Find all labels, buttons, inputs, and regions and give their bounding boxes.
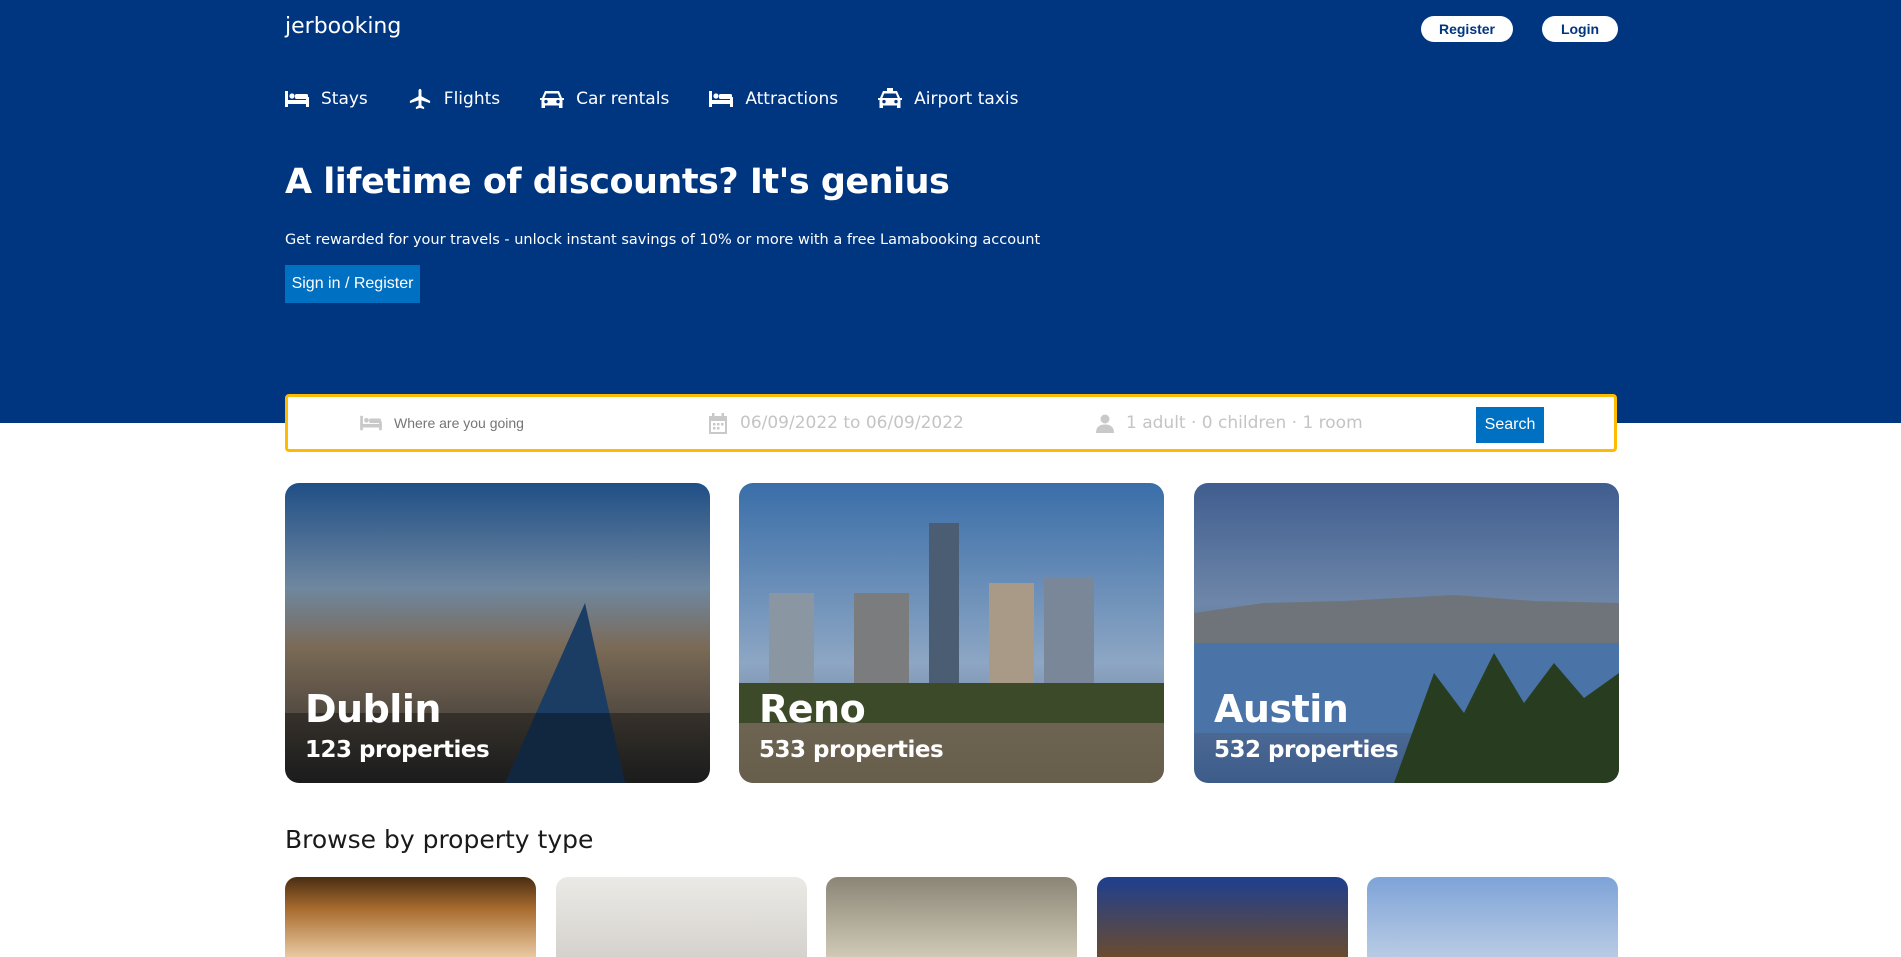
- login-button[interactable]: Login: [1542, 16, 1618, 42]
- nav-item-car-rentals[interactable]: Car rentals: [540, 88, 669, 110]
- destination-input[interactable]: Where are you going: [394, 415, 524, 431]
- nav-item-stays[interactable]: Stays: [285, 88, 368, 110]
- hero-subtitle: Get rewarded for your travels - unlock i…: [285, 232, 1041, 248]
- car-icon: [540, 91, 565, 108]
- bed-icon: [285, 91, 309, 107]
- city-property-count: 533 properties: [759, 737, 944, 763]
- nav-item-flights[interactable]: Flights: [408, 88, 500, 110]
- nav-item-label: Attractions: [745, 89, 839, 109]
- nav-item-airport-taxis[interactable]: Airport taxis: [878, 88, 1018, 110]
- property-type-card[interactable]: [1097, 877, 1348, 957]
- hero-title: A lifetime of discounts? It's genius: [285, 162, 950, 202]
- property-type-card[interactable]: [556, 877, 807, 957]
- city-name: Reno: [759, 687, 866, 731]
- hero-banner: [0, 0, 1901, 423]
- date-range-text: 06/09/2022 to 06/09/2022: [740, 413, 964, 433]
- search-button[interactable]: Search: [1476, 407, 1544, 443]
- nav-item-label: Airport taxis: [914, 89, 1019, 109]
- destination-field[interactable]: Where are you going: [360, 397, 660, 449]
- register-button[interactable]: Register: [1421, 16, 1513, 42]
- site-logo[interactable]: jerbooking: [285, 14, 401, 39]
- person-icon: [1096, 414, 1114, 433]
- bed-icon: [709, 91, 734, 107]
- nav-item-attractions[interactable]: Attractions: [709, 88, 838, 110]
- search-bar: Where are you going 06/09/2022 to 06/09/…: [285, 394, 1617, 452]
- bed-icon: [360, 415, 382, 431]
- city-name: Dublin: [305, 687, 441, 731]
- category-nav: Stays Flights Car rentals Attractions Ai…: [285, 88, 1018, 110]
- city-name: Austin: [1214, 687, 1349, 731]
- nav-item-label: Stays: [321, 89, 368, 109]
- property-type-card[interactable]: [826, 877, 1077, 957]
- city-property-count: 123 properties: [305, 737, 490, 763]
- featured-card-austin[interactable]: Austin 532 properties: [1194, 483, 1619, 783]
- city-property-count: 532 properties: [1214, 737, 1399, 763]
- calendar-icon: [709, 412, 727, 434]
- nav-item-label: Car rentals: [576, 89, 670, 109]
- plane-icon: [409, 88, 430, 110]
- guests-text: 1 adult · 0 children · 1 room: [1126, 413, 1363, 433]
- nav-item-label: Flights: [443, 89, 501, 109]
- featured-card-reno[interactable]: Reno 533 properties: [739, 483, 1164, 783]
- section-title: Browse by property type: [285, 825, 594, 854]
- guests-field[interactable]: 1 adult · 0 children · 1 room: [1096, 397, 1396, 449]
- property-type-card[interactable]: [285, 877, 536, 957]
- featured-card-dublin[interactable]: Dublin 123 properties: [285, 483, 710, 783]
- property-type-card[interactable]: [1367, 877, 1618, 957]
- taxi-icon: [878, 88, 903, 108]
- date-range-field[interactable]: 06/09/2022 to 06/09/2022: [708, 397, 1008, 449]
- sign-in-register-button[interactable]: Sign in / Register: [285, 265, 420, 303]
